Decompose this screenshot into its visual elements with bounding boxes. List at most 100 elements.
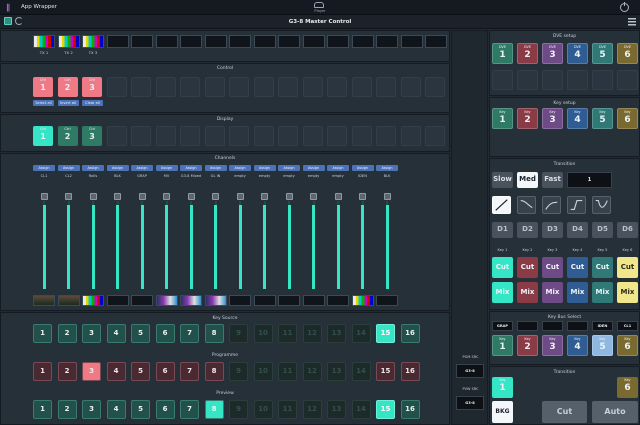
control-action-button[interactable]: Invert all [57, 100, 79, 106]
empty-thumbnail[interactable] [180, 35, 202, 48]
channel-thumbnail[interactable] [57, 295, 80, 306]
ease-in-out-curve-icon[interactable] [567, 196, 586, 214]
key-source-button[interactable]: 15 [376, 324, 395, 343]
channel-thumbnail[interactable] [82, 295, 104, 306]
channel-thumbnail[interactable] [327, 295, 349, 306]
empty-thumbnail[interactable] [425, 35, 447, 48]
key-setup-button[interactable]: Key 3 [542, 108, 563, 129]
assign-button[interactable]: Assign [351, 165, 374, 171]
rate-button[interactable]: Med [517, 172, 538, 188]
empty-thumbnail[interactable] [351, 35, 374, 48]
empty-thumbnail[interactable] [229, 35, 251, 48]
assign-button[interactable]: Assign [155, 165, 178, 171]
fader-knob[interactable] [359, 193, 366, 200]
fader-knob[interactable] [285, 193, 293, 200]
key-source-button[interactable]: 3 [82, 324, 101, 343]
key-mix-button[interactable]: Mix [567, 282, 588, 303]
preview-button[interactable]: 3 [82, 400, 101, 419]
empty-thumbnail[interactable] [204, 35, 227, 48]
key-source-button[interactable]: 2 [57, 324, 77, 343]
programme-button[interactable]: 13 [327, 362, 346, 381]
key-source-button[interactable]: 12 [302, 324, 322, 343]
display-button[interactable]: Ctrl 1 [33, 126, 53, 146]
key-bus-button[interactable]: Key 5 [592, 335, 613, 356]
fader-knob[interactable] [114, 193, 121, 200]
fader-knob[interactable] [310, 193, 317, 200]
key-bus-source[interactable] [517, 321, 538, 331]
display-button[interactable]: Ctrl 3 [82, 126, 102, 146]
key-mix-button[interactable]: Mix [617, 282, 638, 303]
duration-button[interactable]: D5 [592, 222, 613, 238]
tx-thumbnail[interactable] [33, 35, 55, 48]
programme-button[interactable]: 10 [253, 362, 273, 381]
channel-thumbnail[interactable] [376, 295, 398, 306]
key-mix-button[interactable]: Mix [492, 282, 513, 303]
key-bus-source[interactable] [542, 321, 563, 331]
duration-button[interactable]: D6 [617, 222, 638, 238]
preview-button[interactable]: 14 [351, 400, 371, 419]
empty-thumbnail[interactable] [400, 35, 423, 48]
ease-sharp-curve-icon[interactable] [592, 196, 611, 214]
assign-button[interactable]: Assign [376, 165, 398, 171]
duration-button[interactable]: D3 [542, 222, 563, 238]
key-source-button[interactable]: 13 [327, 324, 346, 343]
control-button[interactable]: Ctrl 3 [82, 77, 102, 97]
empty-thumbnail[interactable] [131, 35, 153, 48]
fader-knob[interactable] [138, 193, 146, 200]
control-action-button[interactable]: Clear all [82, 100, 103, 106]
fader-knob[interactable] [187, 193, 195, 200]
fader-knob[interactable] [89, 193, 97, 200]
control-button[interactable]: Ctrl 2 [57, 77, 78, 97]
fader-knob[interactable] [212, 193, 219, 200]
ease-in-curve-icon[interactable] [517, 196, 536, 214]
empty-thumbnail[interactable] [278, 35, 300, 48]
key-bus-source[interactable] [567, 321, 588, 331]
channel-thumbnail[interactable] [180, 295, 202, 306]
rate-button[interactable]: Slow [492, 172, 513, 188]
key-cut-button[interactable]: Cut [617, 257, 638, 278]
key-mix-button[interactable]: Mix [592, 282, 613, 303]
rate-value[interactable]: 1 [567, 172, 612, 188]
assign-button[interactable]: Assign [180, 165, 202, 171]
channel-thumbnail[interactable] [302, 295, 325, 306]
dve-button[interactable]: DVE 4 [567, 43, 588, 64]
programme-button[interactable]: 14 [351, 362, 371, 381]
fader-knob[interactable] [163, 193, 170, 200]
key-setup-button[interactable]: Key 6 [617, 108, 638, 129]
programme-button[interactable]: 2 [57, 362, 77, 381]
channel-thumbnail[interactable] [204, 295, 227, 306]
channel-thumbnail[interactable] [229, 295, 251, 306]
preview-button[interactable]: 6 [155, 400, 175, 419]
assign-button[interactable]: Assign [82, 165, 104, 171]
layout-mode-icon[interactable] [4, 17, 12, 25]
dve-button[interactable]: DVE 6 [617, 43, 638, 64]
key-source-button[interactable]: 10 [253, 324, 273, 343]
programme-button[interactable]: 6 [155, 362, 175, 381]
key-mix-button[interactable]: Mix [542, 282, 563, 303]
empty-thumbnail[interactable] [376, 35, 398, 48]
key-mix-button[interactable]: Mix [517, 282, 538, 303]
programme-button[interactable]: 7 [180, 362, 199, 381]
bkg-button[interactable]: BKG [492, 401, 513, 423]
preview-button[interactable]: 15 [376, 400, 395, 419]
channel-thumbnail[interactable] [351, 295, 374, 306]
key-bus-button[interactable]: Key 3 [542, 335, 563, 356]
duration-button[interactable]: D4 [567, 222, 588, 238]
rate-button[interactable]: Fast [542, 172, 563, 188]
key-source-button[interactable]: 9 [229, 324, 248, 343]
assign-button[interactable]: Assign [229, 165, 251, 171]
key-cut-button[interactable]: Cut [567, 257, 588, 278]
preview-button[interactable]: 12 [302, 400, 322, 419]
key-setup-button[interactable]: Key 5 [592, 108, 613, 129]
key-source-button[interactable]: 8 [204, 324, 224, 343]
key-source-button[interactable]: 1 [33, 324, 52, 343]
programme-button[interactable]: 1 [33, 362, 52, 381]
programme-button[interactable]: 3 [82, 362, 101, 381]
assign-button[interactable]: Assign [131, 165, 153, 171]
key-cut-button[interactable]: Cut [542, 257, 563, 278]
empty-thumbnail[interactable] [253, 35, 276, 48]
tx-thumbnail[interactable] [82, 35, 104, 48]
ease-out-curve-icon[interactable] [542, 196, 561, 214]
assign-button[interactable]: Assign [302, 165, 325, 171]
auto-button[interactable]: Auto [592, 401, 638, 423]
